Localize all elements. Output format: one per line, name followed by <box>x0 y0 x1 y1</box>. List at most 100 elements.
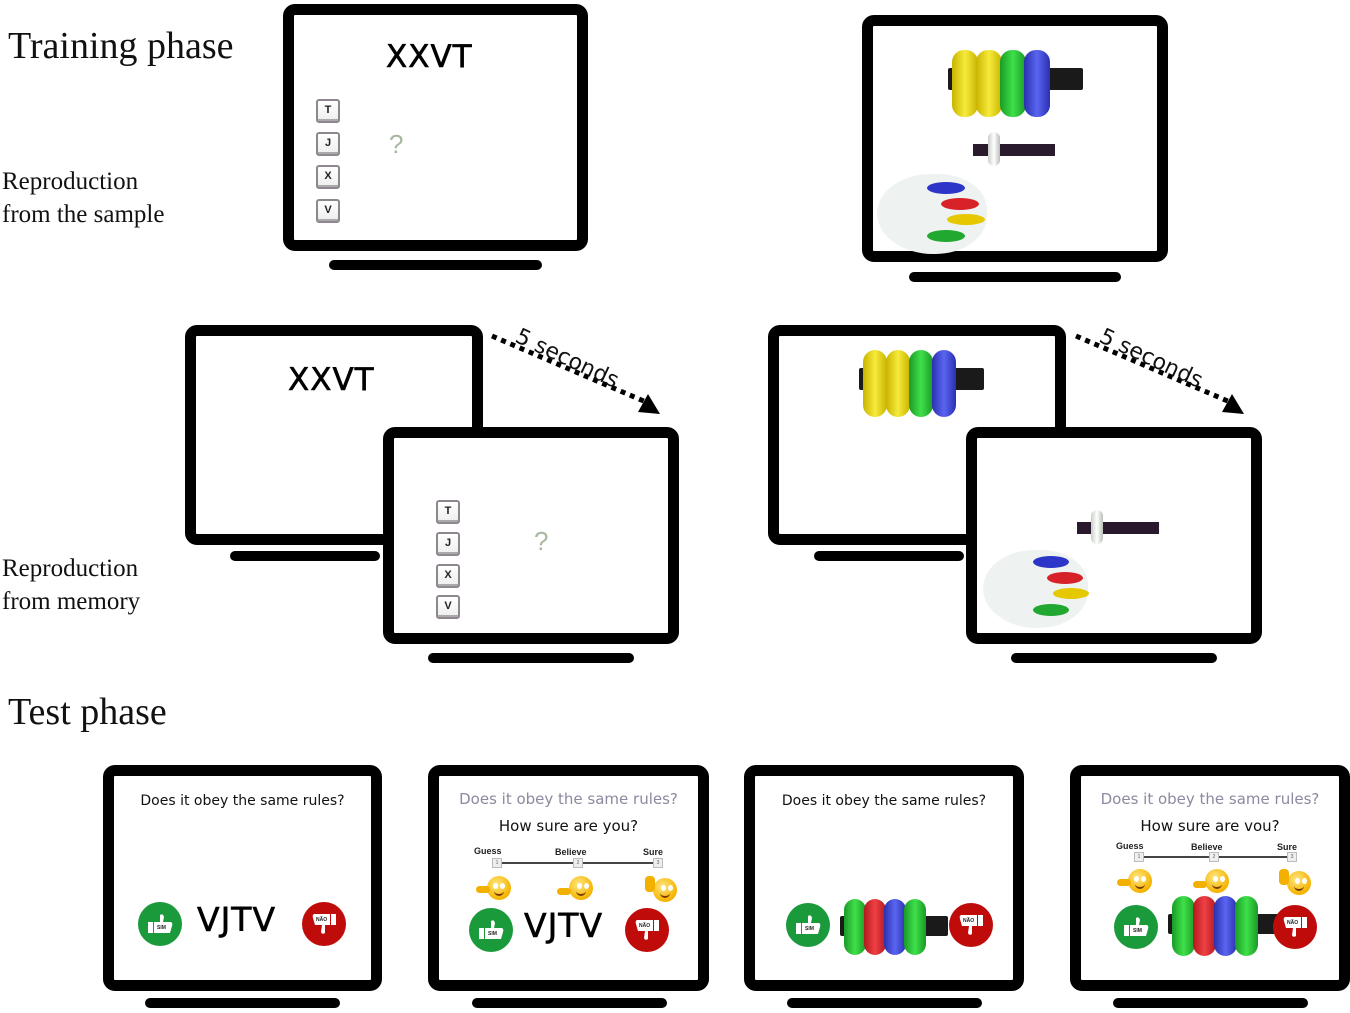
scale-point-2[interactable]: 2 <box>573 858 583 868</box>
scale-point-3[interactable]: 3 <box>653 858 663 868</box>
sample-label-line1: Reproduction <box>2 168 139 195</box>
memory-label-line2: from memory <box>2 588 141 615</box>
scale-point-3[interactable]: 3 <box>1287 852 1297 862</box>
yes-button[interactable]: SIM <box>786 903 830 947</box>
empty-rod <box>1077 522 1159 534</box>
bead-green <box>904 899 926 955</box>
thumbs-up-icon: SIM <box>1123 916 1149 938</box>
monitor-stand <box>909 272 1121 282</box>
palette-blue[interactable] <box>1033 556 1069 568</box>
key-j[interactable]: J <box>316 132 340 156</box>
bead-green[interactable] <box>1000 50 1026 117</box>
scale-label-believe: Believe <box>1191 842 1223 852</box>
bead-green <box>1235 896 1258 956</box>
yes-button[interactable]: SIM <box>469 908 513 952</box>
monitor-stand <box>787 998 982 1008</box>
bead-yellow[interactable] <box>976 50 1002 117</box>
no-label: NÃO <box>962 918 976 924</box>
yes-button[interactable]: SIM <box>138 902 182 946</box>
delay-arrow: 5 seconds <box>1072 324 1252 415</box>
test-screen-letters: Does it obey the same rules? SIM VJTV NÃ… <box>103 765 382 991</box>
key-x[interactable]: X <box>316 165 340 189</box>
test-stimulus: VJTV <box>524 906 604 946</box>
emoji-hand <box>476 886 490 893</box>
no-label: NÃO <box>638 923 652 929</box>
question-mark: ? <box>389 129 404 159</box>
scale-label-believe: Believe <box>555 847 587 857</box>
rule-question: Does it obey the same rules? <box>459 790 678 808</box>
color-palette <box>877 174 987 254</box>
palette-yellow[interactable] <box>1053 588 1089 599</box>
palette-blue[interactable] <box>927 182 965 194</box>
thumbs-down-icon: NÃO <box>311 913 337 935</box>
confidence-question: How sure are vou? <box>1140 817 1280 835</box>
monitor-stand <box>472 998 667 1008</box>
monitor-stand <box>145 998 340 1008</box>
empty-rod <box>973 144 1055 156</box>
bead-red <box>1193 896 1216 956</box>
test-abacus <box>1168 896 1283 958</box>
thumbs-down-icon: NÃO <box>1282 916 1308 938</box>
white-bead[interactable] <box>988 132 1000 166</box>
thumbs-up-icon: SIM <box>147 913 173 935</box>
test-screen-beads-confidence: Does it obey the same rules? How sure ar… <box>1070 765 1350 991</box>
test-stimulus: VJTV <box>197 900 277 940</box>
no-button[interactable]: NÃO <box>302 902 346 946</box>
palette-green[interactable] <box>927 230 965 242</box>
yes-button[interactable]: SIM <box>1114 905 1158 949</box>
memory-label-line1: Reproduction <box>2 555 139 582</box>
yes-label: SIM <box>1132 928 1143 934</box>
emoji-hand <box>1117 879 1131 886</box>
scale-point-2[interactable]: 2 <box>1209 852 1219 862</box>
key-j[interactable]: J <box>436 532 460 556</box>
no-button[interactable]: NÃO <box>1273 905 1317 949</box>
memory-label: Reproduction from memory <box>2 552 140 618</box>
key-t[interactable]: T <box>316 99 340 123</box>
no-button[interactable]: NÃO <box>625 908 669 952</box>
training-phase-title: Training phase <box>8 25 234 67</box>
monitor-stand <box>1113 998 1308 1008</box>
sample-sequence: XXVT <box>386 39 473 76</box>
bead-yellow <box>863 350 887 417</box>
monitor-stand <box>230 551 380 561</box>
yes-label: SIM <box>804 926 815 932</box>
no-button[interactable]: NÃO <box>949 903 993 947</box>
key-v[interactable]: V <box>436 595 460 619</box>
bead-blue <box>932 350 956 417</box>
test-screen-letters-confidence: Does it obey the same rules? How sure ar… <box>428 765 709 991</box>
thumbs-down-icon: NÃO <box>634 919 660 941</box>
shrug-emoji-icon <box>1128 869 1152 893</box>
monitor-stand <box>1011 653 1217 663</box>
shrug-emoji-icon <box>487 876 511 900</box>
bead-green <box>844 899 866 955</box>
key-t[interactable]: T <box>436 500 460 524</box>
scale-label-guess: Guess <box>1116 841 1144 851</box>
palette-red[interactable] <box>1047 572 1083 584</box>
bead-blue[interactable] <box>1024 50 1050 117</box>
bead-green <box>909 350 933 417</box>
palette-red[interactable] <box>941 198 979 210</box>
scale-point-1[interactable]: 1 <box>492 858 502 868</box>
question-mark: ? <box>534 526 549 556</box>
rule-question: Does it obey the same rules? <box>781 793 987 809</box>
thumbs-up-icon: SIM <box>478 919 504 941</box>
key-x[interactable]: X <box>436 564 460 588</box>
emoji-hand <box>1279 869 1289 885</box>
scale-point-1[interactable]: 1 <box>1134 852 1144 862</box>
emoji-hand <box>557 888 571 895</box>
bead-blue <box>884 899 906 955</box>
thumbs-up-emoji-icon <box>653 878 677 902</box>
key-v[interactable]: V <box>316 199 340 223</box>
palette-green[interactable] <box>1033 604 1069 616</box>
color-palette <box>983 550 1089 628</box>
test-phase-title: Test phase <box>8 691 167 733</box>
no-label: NÃO <box>315 917 329 923</box>
white-bead[interactable] <box>1091 510 1103 544</box>
yes-label: SIM <box>156 925 167 931</box>
monitor-letters-memory-recall: T J X V ? <box>383 427 679 644</box>
palette-yellow[interactable] <box>947 214 985 225</box>
emoji-hand <box>645 876 655 892</box>
bead-yellow[interactable] <box>952 50 978 117</box>
bead-yellow <box>886 350 910 417</box>
thinking-emoji-icon <box>1205 869 1229 893</box>
